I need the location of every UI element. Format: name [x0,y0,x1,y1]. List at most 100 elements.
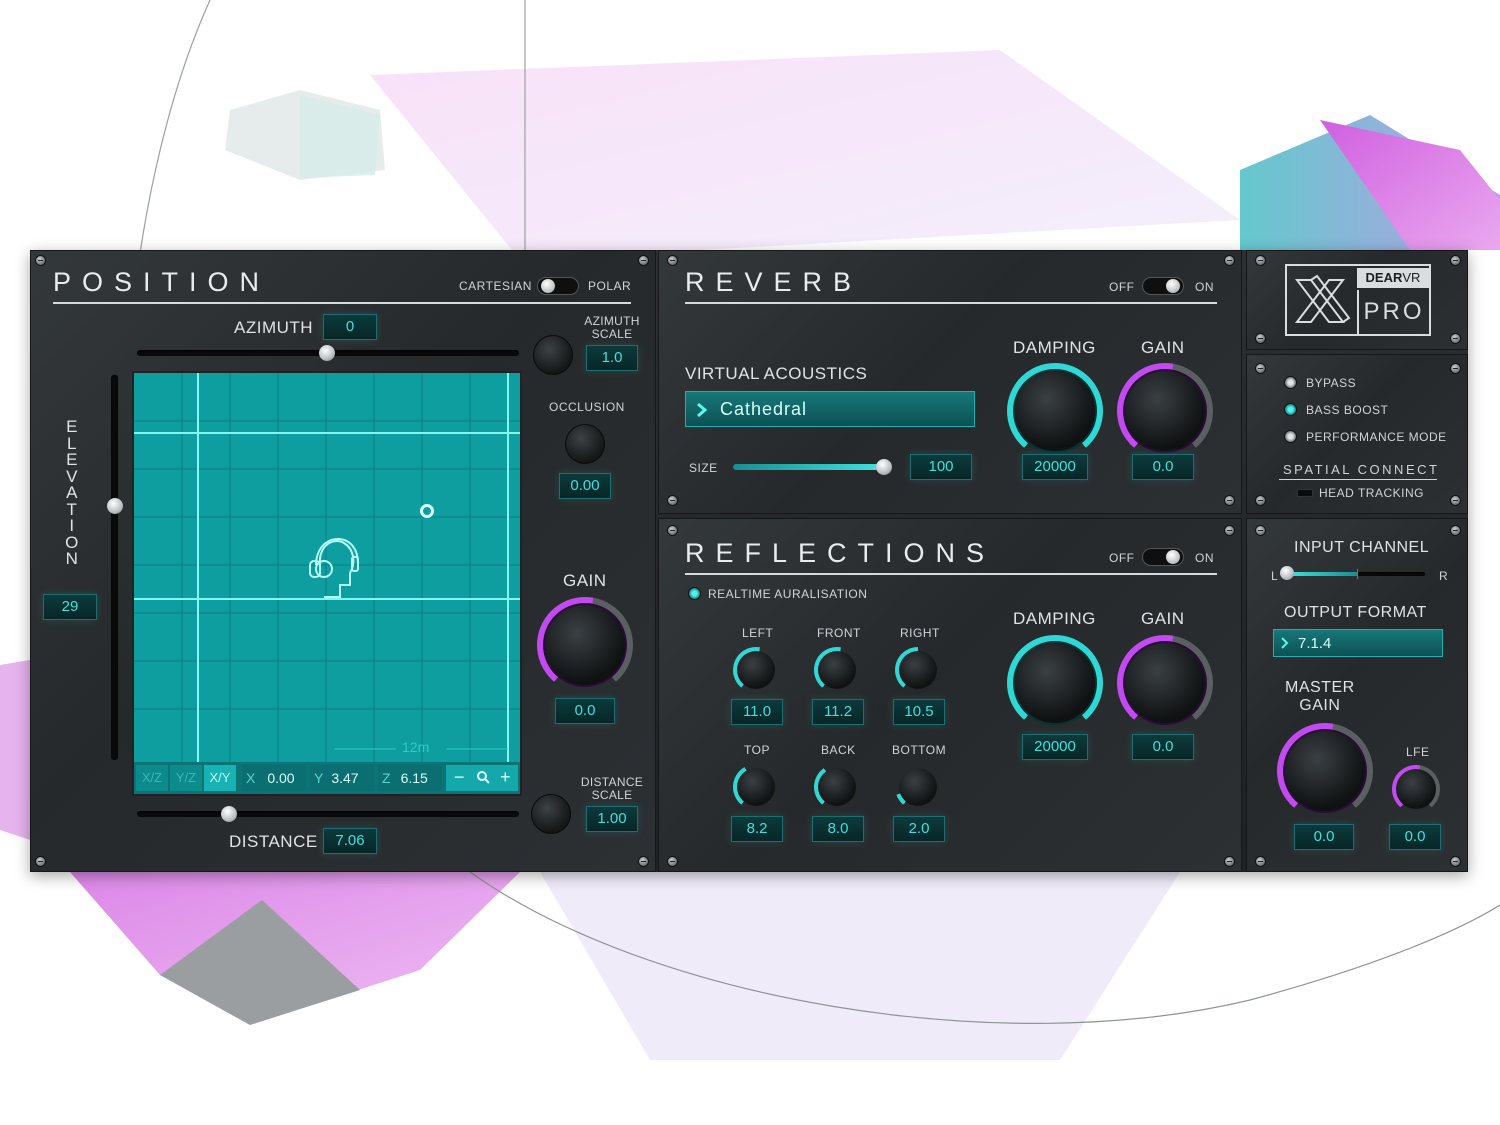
size-slider-track[interactable] [733,464,889,470]
elevation-slider-thumb[interactable] [107,498,123,514]
master-gain-label: MASTER GAIN [1285,679,1355,714]
reflections-toggle[interactable] [1142,548,1184,566]
top-value[interactable]: 8.2 [731,816,783,842]
front-value[interactable]: 11.2 [812,699,864,725]
performance-mode-radio[interactable] [1284,430,1297,443]
input-left-label: L [1271,569,1279,583]
distance-scale-knob[interactable] [531,794,571,834]
bypass-radio[interactable] [1284,376,1297,389]
reflections-damping-knob[interactable] [1007,635,1103,731]
grid-scale-label: 12m [402,739,430,755]
reflections-off-label: OFF [1109,551,1135,565]
bottom-value[interactable]: 2.0 [893,816,945,842]
screw [638,255,649,266]
coord-z-label: Z [382,770,391,786]
left-knob[interactable] [733,647,779,693]
reflections-gain-value[interactable]: 0.0 [1132,734,1194,760]
screw [1450,363,1461,374]
view-tab-xz[interactable]: X/Z [136,765,168,791]
brand-vr: VR [1402,270,1421,285]
input-channel-slider-track[interactable] [1283,569,1425,579]
bass-boost-radio[interactable] [1284,403,1297,416]
output-format-dropdown[interactable]: 7.1.4 [1273,629,1443,657]
zoom-in-button[interactable]: + [500,765,511,789]
occlusion-knob[interactable] [565,424,605,464]
virtual-acoustics-label: VIRTUAL ACOUSTICS [685,364,868,383]
reverb-gain-label: GAIN [1141,338,1185,357]
distance-scale-value[interactable]: 1.00 [586,806,638,832]
size-value[interactable]: 100 [910,454,972,480]
distance-value[interactable]: 7.06 [323,828,377,854]
screw [1224,495,1235,506]
brand-pro: PRO [1357,290,1429,334]
coord-y[interactable]: Y 3.47 [310,765,374,791]
back-knob[interactable] [814,764,860,810]
screw [1450,255,1461,266]
azimuth-scale-knob[interactable] [533,335,573,375]
view-tab-yz[interactable]: Y/Z [170,765,202,791]
back-value[interactable]: 8.0 [812,816,864,842]
output-panel: INPUT CHANNEL L R OUTPUT FORMAT 7.1.4 MA… [1246,518,1468,872]
azimuth-slider-thumb[interactable] [319,345,335,361]
dearvr-x-logo-icon [1294,274,1351,323]
elevation-slider-track[interactable] [111,375,118,760]
left-value[interactable]: 11.0 [731,699,783,725]
reverb-toggle[interactable] [1142,277,1184,295]
gain-knob[interactable] [537,597,633,693]
lfe-label: LFE [1406,745,1430,759]
bottom-knob[interactable] [895,764,941,810]
distance-slider-track[interactable] [137,811,519,817]
master-gain-knob[interactable] [1277,723,1373,819]
head-tracking-toggle[interactable] [1297,489,1313,497]
coord-z[interactable]: Z 6.15 [378,765,442,791]
screw [1255,363,1266,374]
lfe-value[interactable]: 0.0 [1389,824,1441,850]
zoom-out-button[interactable]: − [454,765,465,789]
view-tab-xy[interactable]: X/Y [204,765,236,791]
input-channel-slider-thumb[interactable] [1280,566,1294,580]
occlusion-value[interactable]: 0.00 [559,473,611,499]
screw [1450,333,1461,344]
top-knob[interactable] [733,764,779,810]
screw [1255,525,1266,536]
screenshot: POSITION CARTESIAN POLAR AZIMUTH 0 AZIMU… [0,0,1500,1125]
realtime-auralisation-radio[interactable] [688,587,701,600]
reverb-damping-knob[interactable] [1007,363,1103,459]
front-knob[interactable] [814,647,860,693]
distance-label: DISTANCE [229,832,318,851]
elevation-value[interactable]: 29 [43,594,97,620]
reflections-damping-value[interactable]: 20000 [1022,734,1088,760]
distance-slider-thumb[interactable] [221,806,237,822]
gain-value[interactable]: 0.0 [555,698,615,724]
polar-label: POLAR [588,279,632,293]
output-format-label: OUTPUT FORMAT [1284,604,1427,621]
lfe-knob[interactable] [1392,765,1440,813]
position-panel: POSITION CARTESIAN POLAR AZIMUTH 0 AZIMU… [30,250,656,872]
azimuth-label: AZIMUTH [234,318,314,337]
right-label: RIGHT [900,626,940,640]
top-label: TOP [744,743,770,757]
source-position-marker[interactable] [420,504,434,518]
reverb-gain-knob[interactable] [1117,363,1213,459]
coord-y-label: Y [314,770,324,786]
reverb-damping-value[interactable]: 20000 [1022,454,1088,480]
azimuth-value[interactable]: 0 [323,314,377,340]
reverb-gain-value[interactable]: 0.0 [1132,454,1194,480]
cartesian-polar-toggle[interactable] [537,277,579,295]
preset-dropdown[interactable]: Cathedral [685,391,975,427]
size-slider-thumb[interactable] [876,459,892,475]
realtime-auralisation-label: REALTIME AURALISATION [708,587,868,601]
position-grid[interactable]: 12m X/Z Y/Z X/Y X 0.00 Y 3.47 Z 6.15 − + [132,371,522,796]
output-format-value: 7.1.4 [1298,635,1332,652]
input-right-label: R [1439,569,1449,583]
azimuth-scale-value[interactable]: 1.0 [586,345,638,371]
reflections-damping-label: DAMPING [1013,609,1096,628]
reflections-gain-knob[interactable] [1117,635,1213,731]
head-tracking-label: HEAD TRACKING [1319,486,1424,500]
right-knob[interactable] [895,647,941,693]
reflections-on-label: ON [1195,551,1214,565]
listener-head-icon [309,537,359,598]
right-value[interactable]: 10.5 [893,699,945,725]
master-gain-value[interactable]: 0.0 [1294,824,1354,850]
coord-x[interactable]: X 0.00 [242,765,306,791]
